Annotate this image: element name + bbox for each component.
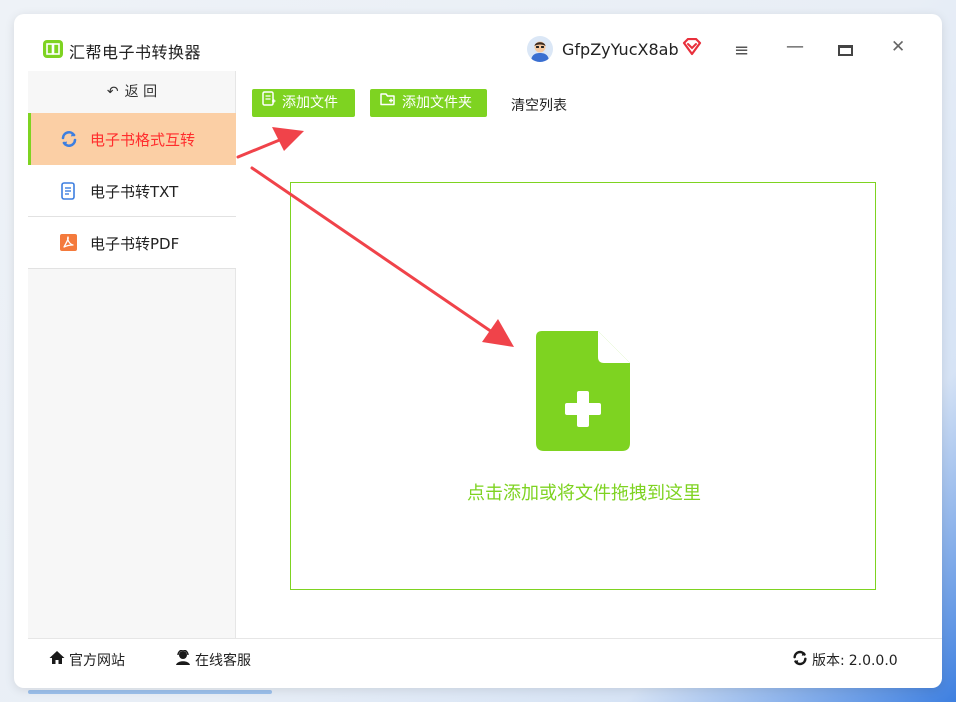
add-file-icon[interactable]: [536, 331, 630, 455]
version-label: 版本:: [812, 653, 845, 669]
username[interactable]: GfpZyYucX8ab: [562, 40, 679, 59]
support-label: 在线客服: [195, 653, 251, 669]
vip-diamond-icon[interactable]: [682, 37, 702, 60]
hamburger-icon[interactable]: ≡: [734, 40, 749, 61]
title-bar: 汇帮电子书转换器 GfpZyYucX8ab ≡ — ✕: [14, 14, 942, 71]
version-value: 2.0.0.0: [848, 653, 898, 669]
website-label: 官方网站: [69, 653, 125, 669]
user-avatar[interactable]: [527, 36, 553, 62]
version-info: 版本: 2.0.0.0: [792, 650, 898, 670]
back-label: 返 回: [124, 84, 158, 100]
background-taskbar-hint: [28, 690, 272, 694]
website-link[interactable]: 官方网站: [49, 650, 125, 670]
add-folder-icon: [380, 88, 396, 116]
support-agent-icon: [175, 649, 191, 669]
refresh-icon: [60, 130, 78, 152]
arrow-to-add-file: [236, 127, 304, 159]
maximize-icon[interactable]: [838, 45, 853, 56]
back-arrow-icon: ↶: [106, 84, 119, 100]
app-title: 汇帮电子书转换器: [69, 43, 202, 62]
app-window: 汇帮电子书转换器 GfpZyYucX8ab ≡ — ✕ ↶ 返 回 电子书格式互…: [14, 14, 942, 688]
sidebar: ↶ 返 回 电子书格式互转 电子书转TXT 电子书转PDF: [28, 71, 236, 638]
back-button[interactable]: ↶ 返 回: [28, 71, 236, 113]
sidebar-item-label: 电子书转PDF: [90, 235, 180, 253]
add-file-button[interactable]: 添加文件: [252, 89, 355, 117]
app-logo-icon: [43, 40, 63, 58]
drop-zone-hint: 点击添加或将文件拖拽到这里: [467, 483, 701, 504]
add-file-label: 添加文件: [282, 95, 338, 111]
close-icon[interactable]: ✕: [891, 37, 905, 57]
minimize-icon[interactable]: —: [786, 36, 804, 57]
sidebar-item-to-txt[interactable]: 电子书转TXT: [28, 165, 236, 217]
update-icon[interactable]: [792, 650, 808, 670]
online-support-link[interactable]: 在线客服: [175, 649, 251, 670]
sidebar-item-format-convert[interactable]: 电子书格式互转: [28, 113, 236, 165]
add-folder-label: 添加文件夹: [402, 95, 472, 111]
file-drop-zone[interactable]: 点击添加或将文件拖拽到这里: [290, 182, 876, 590]
pdf-icon: [60, 234, 77, 255]
sidebar-item-label: 电子书转TXT: [90, 183, 179, 201]
text-document-icon: [60, 182, 76, 204]
add-folder-button[interactable]: 添加文件夹: [370, 89, 487, 117]
home-icon: [49, 650, 65, 669]
clear-list-button[interactable]: 清空列表: [511, 95, 567, 115]
add-file-small-icon: [262, 88, 276, 116]
sidebar-item-label: 电子书格式互转: [90, 131, 196, 149]
status-bar: 官方网站 在线客服 版本: 2.0.0.0: [28, 638, 942, 679]
sidebar-item-to-pdf[interactable]: 电子书转PDF: [28, 217, 236, 269]
